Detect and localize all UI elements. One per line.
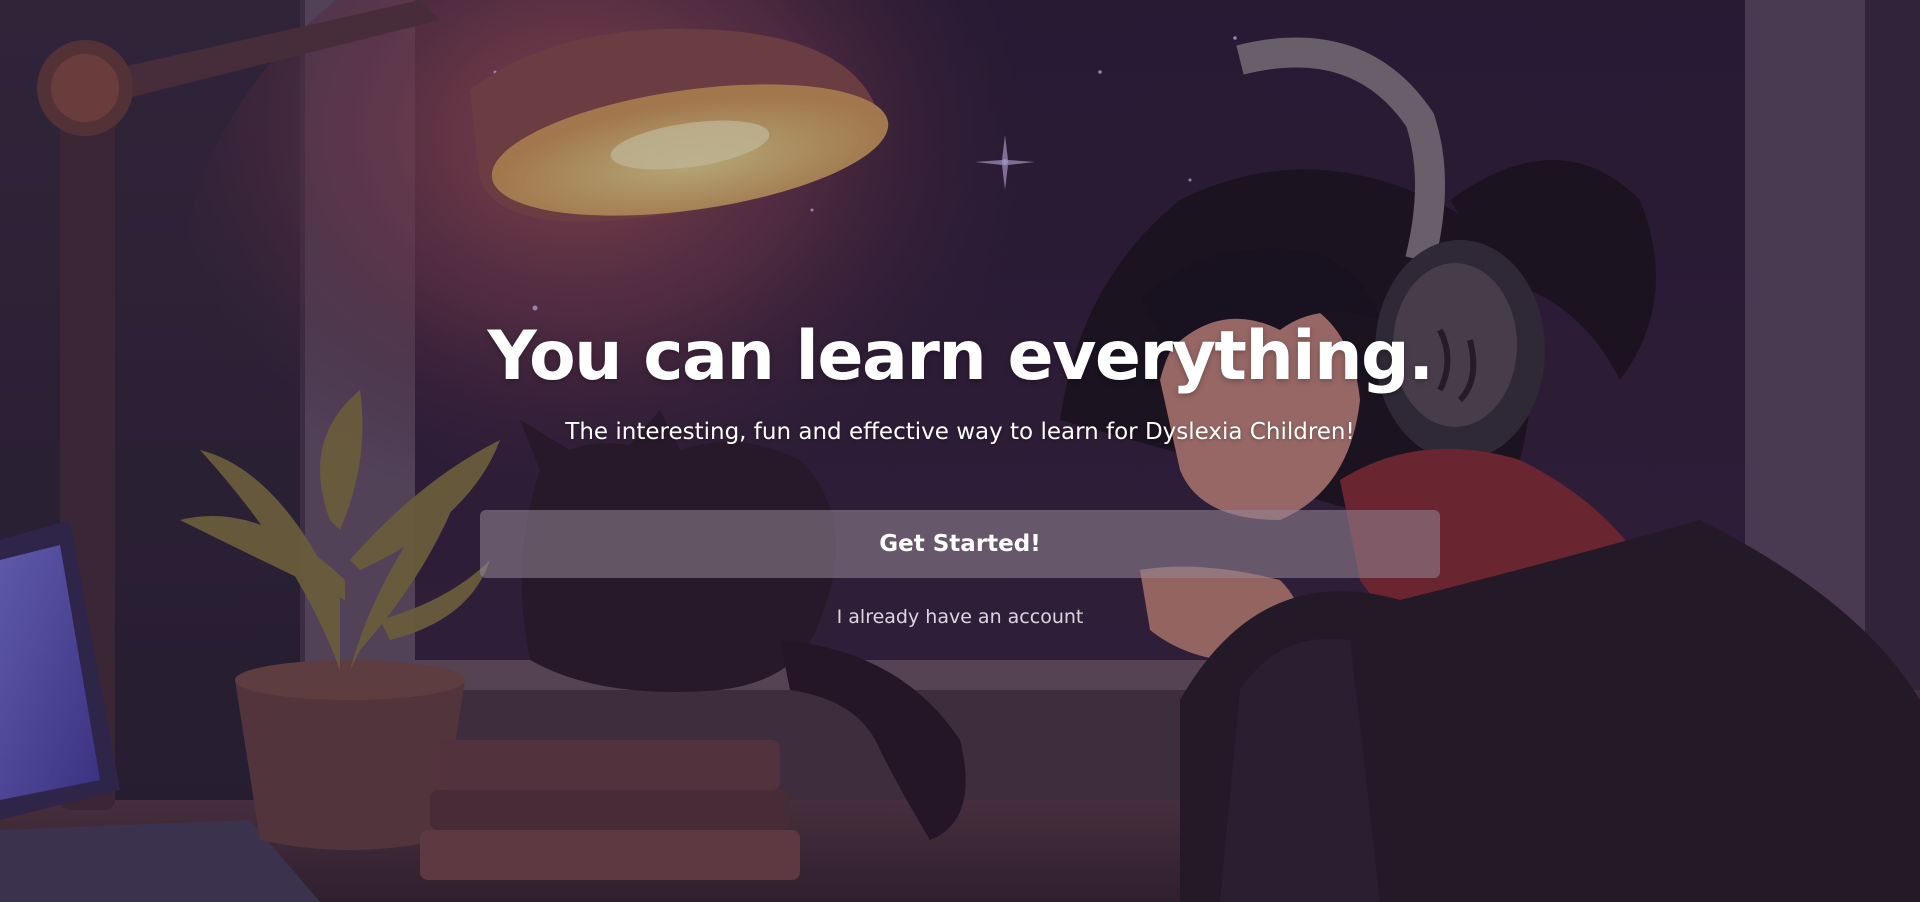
hero-headline: You can learn everything. <box>487 317 1434 396</box>
hero-section: You can learn everything. The interestin… <box>0 0 1920 902</box>
get-started-button[interactable]: Get Started! <box>480 510 1440 578</box>
existing-account-link[interactable]: I already have an account <box>0 604 1920 630</box>
landing-page: You can learn everything. The interestin… <box>0 0 1920 902</box>
existing-account-label[interactable]: I already have an account <box>837 606 1084 628</box>
hero-subtitle: The interesting, fun and effective way t… <box>565 419 1355 445</box>
